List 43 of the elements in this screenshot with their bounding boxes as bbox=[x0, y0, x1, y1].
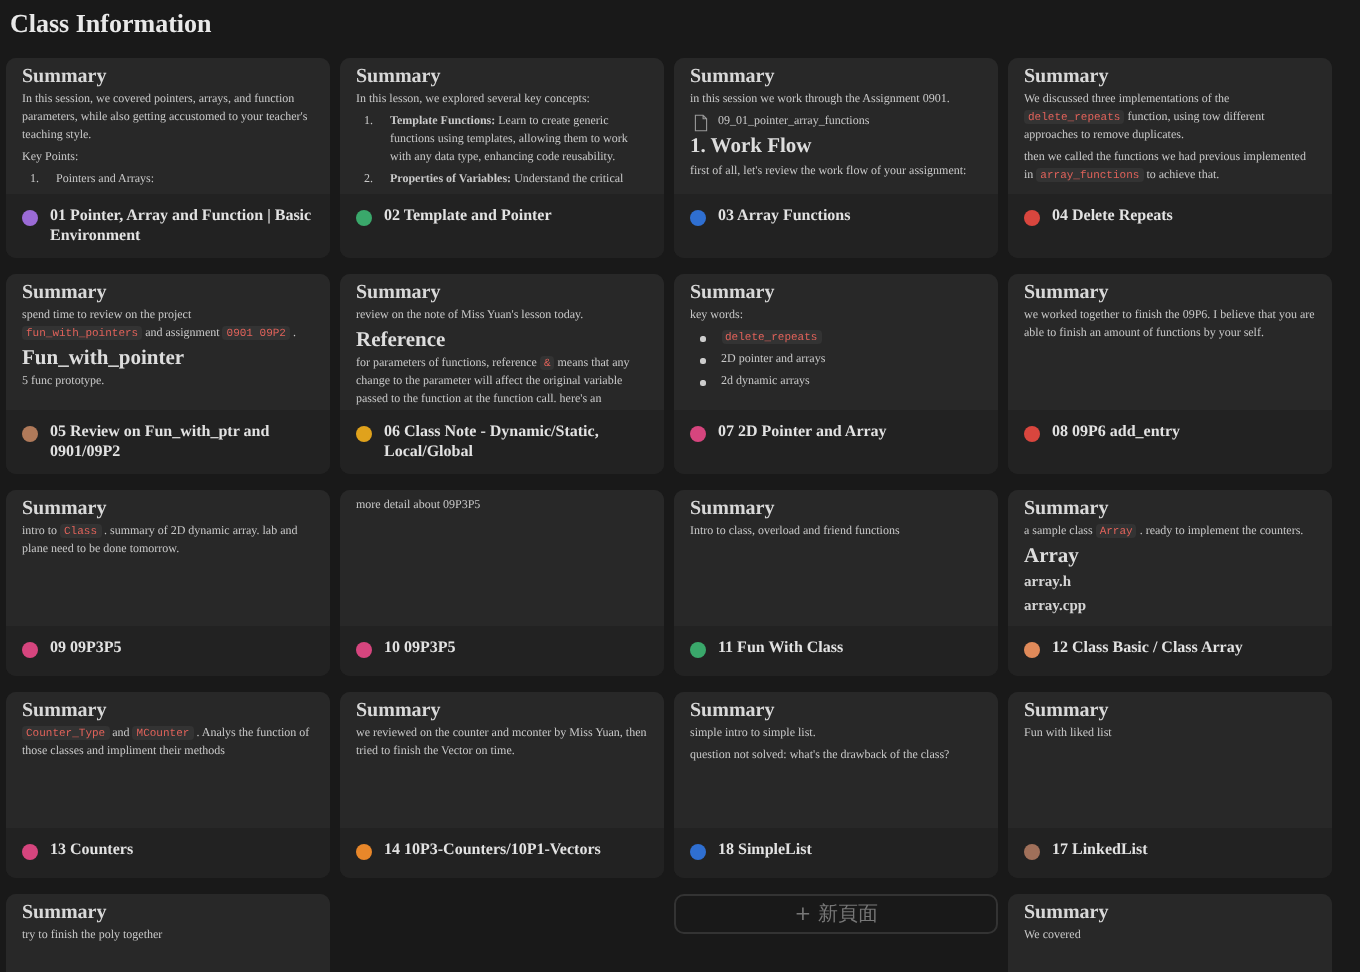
card-title: 08 09P6 add_entry bbox=[1052, 421, 1180, 443]
preview-heading: 1. Work Flow bbox=[690, 136, 814, 162]
preview-heading: Array bbox=[1024, 545, 1081, 571]
card-title: 04 Delete Repeats bbox=[1052, 206, 1173, 227]
card-title: 13 Counters bbox=[50, 839, 134, 860]
preview-heading: Summary bbox=[1024, 281, 1111, 306]
card-title: 10 09P3P5 bbox=[384, 637, 456, 658]
preview-heading: Summary bbox=[356, 66, 443, 90]
card-title: 03 Array Functions bbox=[718, 206, 851, 227]
card-title: 01 Pointer, Array and Function | Basic Environment bbox=[50, 206, 314, 248]
page-title: Class Information bbox=[8, 8, 214, 42]
card-title: 06 Class Note - Dynamic/Static, Local/Global bbox=[384, 421, 601, 464]
bullet-dot bbox=[700, 358, 705, 364]
preview-heading: Summary bbox=[1024, 66, 1111, 90]
new-page-button[interactable]: + 新頁面 bbox=[674, 893, 998, 934]
card-title: 05 Review on Fun_with_ptr and 0901/09P2 bbox=[50, 421, 272, 464]
preview-heading: Summary bbox=[22, 281, 109, 306]
bullet-dot bbox=[700, 380, 705, 386]
card-title: 18 SimpleList bbox=[718, 839, 812, 860]
file-icon bbox=[694, 114, 708, 132]
card-title: 12 Class Basic / Class Array bbox=[1052, 637, 1243, 658]
card-title: 07 2D Pointer and Array bbox=[718, 421, 887, 443]
preview-heading: Summary bbox=[690, 497, 777, 522]
preview-heading: Summary bbox=[22, 66, 109, 90]
preview-heading: Summary bbox=[1024, 497, 1111, 522]
preview-heading: Summary bbox=[690, 699, 777, 724]
preview-heading: Summary bbox=[690, 281, 777, 306]
preview-heading: Summary bbox=[356, 281, 443, 306]
preview-heading: Summary bbox=[690, 66, 777, 90]
preview-heading: Summary bbox=[356, 699, 443, 724]
bullet-dot bbox=[700, 336, 705, 342]
preview-heading: Summary bbox=[22, 901, 109, 926]
card-title: 14 10P3-Counters/10P1-Vectors bbox=[384, 839, 601, 860]
preview-heading: Summary bbox=[1024, 901, 1111, 926]
preview-heading: Summary bbox=[22, 497, 109, 522]
preview-heading: Summary bbox=[22, 699, 109, 724]
card-title: 11 Fun With Class bbox=[718, 637, 844, 658]
card-title: 17 LinkedList bbox=[1052, 839, 1148, 860]
preview-heading: Fun_with_pointer bbox=[22, 347, 187, 373]
card-title: 09 09P3P5 bbox=[50, 637, 122, 658]
preview-heading: Reference bbox=[356, 329, 448, 355]
card-title: 02 Template and Pointer bbox=[384, 206, 552, 227]
preview-heading: Summary bbox=[1024, 699, 1111, 724]
